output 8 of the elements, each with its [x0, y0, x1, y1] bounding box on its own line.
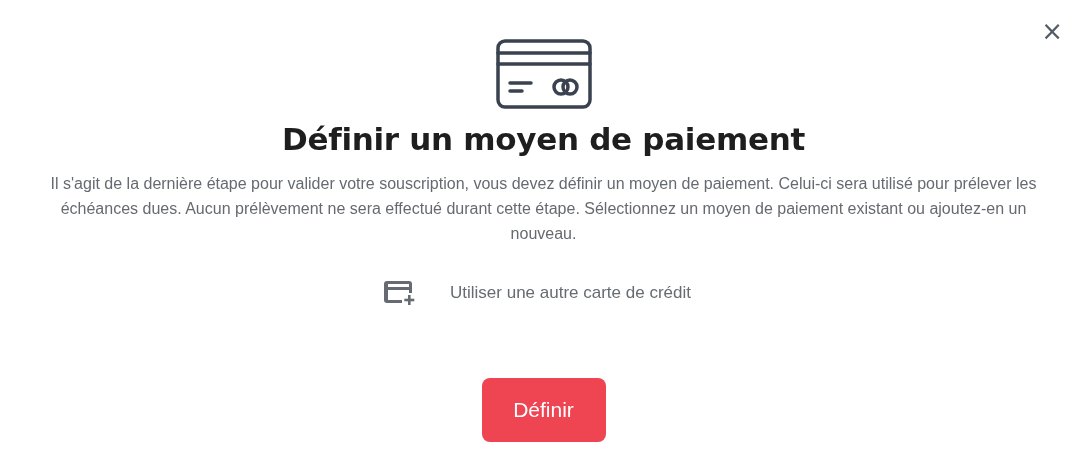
close-button[interactable]: ×: [1037, 18, 1067, 44]
credit-card-icon: [495, 39, 592, 109]
option-label: Utiliser une autre carte de crédit: [450, 283, 691, 303]
add-card-icon: [384, 280, 416, 306]
dialog-title: Définir un moyen de paiement: [282, 121, 805, 157]
payment-option[interactable]: Utiliser une autre carte de crédit: [376, 276, 699, 310]
description-text: Il s'agit de la dernière étape pour valider votre souscription, vous devez définir un moyen de paiement. Celui-ci sera utilisé pour prélever les échéances dues. Aucun prélèvement ne sera effectué durant cette étape. Sélectionnez un moyen de paiement existant ou ajoutez-en un nouveau.: [49, 174, 1038, 244]
define-button[interactable]: Définir: [481, 378, 606, 442]
